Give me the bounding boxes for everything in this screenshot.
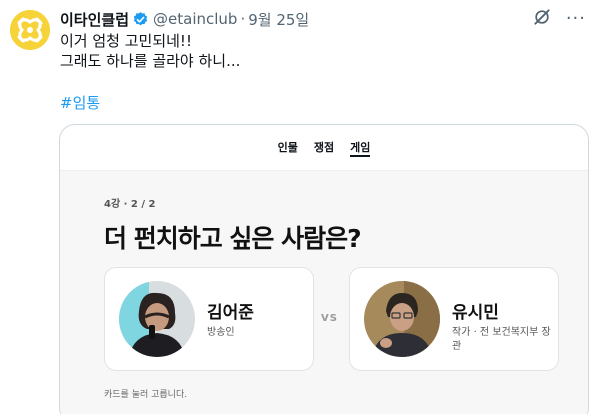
embedded-card[interactable]: 인물 쟁점 게임 4강 · 2 / 2 더 펀치하고 싶은 사람은? 김어준 방… <box>59 124 589 414</box>
tab-issues[interactable]: 쟁점 <box>314 139 334 157</box>
verified-icon <box>132 11 149 28</box>
more-icon[interactable]: ··· <box>566 10 586 28</box>
tweet-text-line-1: 이거 엄청 고민되네!! <box>60 32 192 50</box>
timestamp[interactable]: 9월 25일 <box>248 9 309 30</box>
card-tabs: 인물 쟁점 게임 <box>60 125 588 170</box>
vs-label: VS <box>321 313 338 324</box>
hashtag-link[interactable]: #임통 <box>60 92 100 113</box>
candidate-name-1: 김어준 <box>207 303 254 323</box>
tab-game[interactable]: 게임 <box>350 139 371 157</box>
candidate-card-2[interactable]: 유시민 작가 · 전 보건복지부 장관 <box>349 267 559 371</box>
candidate-photo-2 <box>364 281 440 357</box>
display-name[interactable]: 이타인클럽 <box>60 9 129 30</box>
separator-dot: · <box>240 10 246 28</box>
tweet-header: 이타인클럽 @etainclub · 9월 25일 ··· <box>60 8 586 30</box>
candidate-card-1[interactable]: 김어준 방송인 <box>104 267 314 371</box>
avatar[interactable] <box>10 10 50 50</box>
candidate-role-1: 방송인 <box>207 327 235 338</box>
grok-icon[interactable] <box>532 7 552 31</box>
tweet-text-line-2: 그래도 하나를 골라야 하니... <box>60 52 241 70</box>
user-handle[interactable]: @etainclub <box>153 10 237 28</box>
candidate-role-2: 작가 · 전 보건복지부 장관 <box>452 327 551 352</box>
avatar-logo <box>10 10 50 50</box>
round-indicator: 4강 · 2 / 2 <box>104 199 156 210</box>
card-hint: 카드를 눌러 고릅니다. <box>104 390 188 400</box>
game-question: 더 펀치하고 싶은 사람은? <box>104 224 362 253</box>
candidate-name-2: 유시민 <box>452 303 499 323</box>
candidate-photo-1 <box>119 281 195 357</box>
tab-people[interactable]: 인물 <box>278 139 298 157</box>
game-panel: 4강 · 2 / 2 더 펀치하고 싶은 사람은? 김어준 방송인 VS 유시민… <box>60 170 588 414</box>
tweet-text: 이거 엄청 고민되네!! 그래도 하나를 골라야 하니... <box>60 31 580 71</box>
header-actions: ··· <box>532 7 586 31</box>
